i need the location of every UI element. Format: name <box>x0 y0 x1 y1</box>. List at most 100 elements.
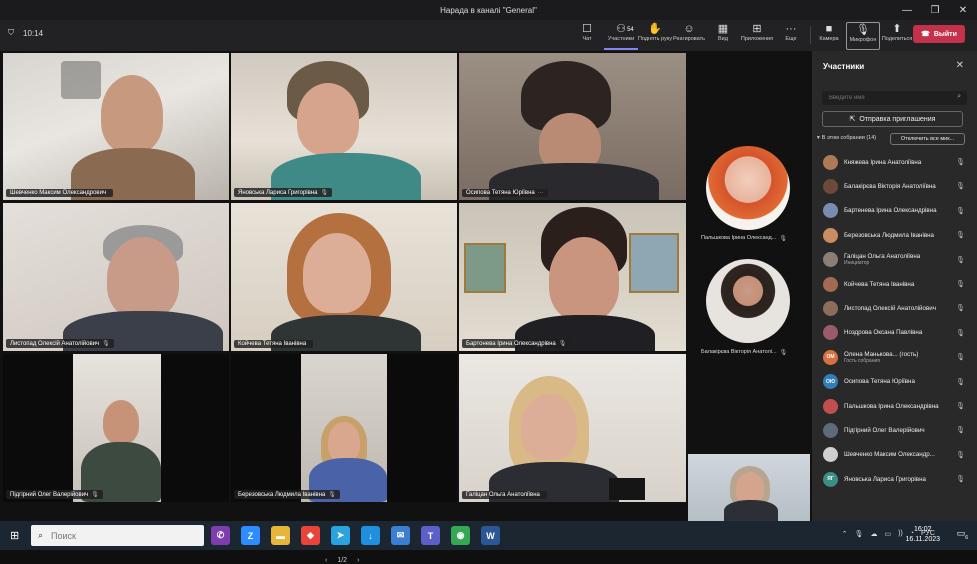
video-tile[interactable]: Підгірний Олег Валерійович 🎙 <box>3 354 229 502</box>
more-button[interactable]: ··· Еще <box>774 22 808 50</box>
self-view[interactable] <box>688 454 810 521</box>
microphone-muted-icon[interactable]: 🎙 <box>956 231 965 239</box>
window-title: Нарада в каналі "General" <box>440 5 537 15</box>
next-page-button[interactable]: › <box>357 557 359 564</box>
participant-name: Олена Манькова... (гость) Гость собрания <box>844 350 919 364</box>
share-button[interactable]: ⬆ Поделиться <box>880 22 914 50</box>
anydesk-icon[interactable]: ◆ <box>301 526 320 545</box>
video-tile[interactable]: Шевченко Максим Олександрович <box>3 53 229 200</box>
more-icon: ··· <box>537 190 544 196</box>
participants-button[interactable]: ⚇ 54 Участники <box>604 22 638 50</box>
battery-icon[interactable]: ▭ <box>884 530 891 538</box>
close-icon[interactable]: ✕ <box>956 60 964 71</box>
participant-list-item[interactable]: ОМ Олена Манькова... (гость) Гость собрани… <box>812 345 977 369</box>
microphone-muted-icon[interactable]: 🎙 <box>956 182 965 190</box>
viber-icon[interactable]: ✆ <box>211 526 230 545</box>
minimize-button[interactable]: — <box>893 0 921 20</box>
leave-button[interactable]: ☎ Выйти <box>913 25 965 43</box>
windows-start-icon[interactable]: ⊞ <box>10 529 19 542</box>
participant-avatar[interactable] <box>706 146 790 230</box>
participant-body <box>724 500 778 521</box>
in-meeting-section[interactable]: ▾ В этом собрании (14) <box>817 135 876 141</box>
telegram-icon[interactable]: ➤ <box>331 526 350 545</box>
participant-list-item[interactable]: Балакірєва Вікторія Анатоліївна 🎙 <box>812 174 977 198</box>
tile-nameplate: Шевченко Максим Олександрович <box>6 189 114 197</box>
taskbar-clock[interactable]: 16:02 16.11.2023 <box>905 525 940 545</box>
cloud-icon[interactable]: ☁ <box>870 530 877 538</box>
avatar <box>823 447 838 463</box>
react-button[interactable]: ☺ Реагировать <box>672 22 706 50</box>
participant-name: Койчева Тетяна Іванівна <box>844 280 915 288</box>
microphone-muted-icon[interactable]: 🎙 <box>956 158 965 166</box>
video-stage: Шевченко Максим Олександрович Яновська Л… <box>0 51 812 564</box>
restore-button[interactable]: ❐ <box>921 0 949 20</box>
avatar <box>823 154 838 170</box>
mail-icon[interactable]: ✉ <box>391 526 410 545</box>
view-button[interactable]: ▦ Вид <box>706 22 740 50</box>
microphone-muted-icon[interactable]: 🎙 <box>956 329 965 337</box>
microphone-icon: 🎙 <box>102 341 110 347</box>
folder-icon[interactable]: ▬ <box>271 526 290 545</box>
more-icon: ··· <box>785 23 797 35</box>
participant-list-item[interactable]: Шевченко Максим Олександр... 🎙 <box>812 443 977 467</box>
microphone-button[interactable]: 🎙 Микрофон <box>846 22 880 50</box>
participant-name: Галіцан Ольга Анатоліївна Инициатор <box>844 253 921 267</box>
mute-all-button[interactable]: Отключить все мик... <box>890 133 965 145</box>
microphone-muted-icon[interactable]: 🎙 <box>956 256 965 264</box>
participant-list-item[interactable]: ОЮ Осипова Тетяна Юріївна 🎙 <box>812 370 977 394</box>
microphone-icon[interactable]: 🎙 <box>855 530 864 538</box>
participant-list-item[interactable]: Бартенева Ірина Олександрівна 🎙 <box>812 199 977 223</box>
participant-list-item[interactable]: Ноздрова Оксана Павлівна 🎙 <box>812 321 977 345</box>
clock-time: 16:02 <box>913 526 932 533</box>
chevron-up-icon[interactable]: ⌃ <box>842 530 848 538</box>
participant-list-item[interactable]: Листопад Олексій Анатолійович 🎙 <box>812 296 977 320</box>
microphone-muted-icon[interactable]: 🎙 <box>956 402 965 410</box>
participant-list-item[interactable]: Пальшкова Ірина Олександрівна 🎙 <box>812 394 977 418</box>
participant-name: Княжева Ірина Анатоліївна <box>844 158 922 166</box>
microphone-muted-icon[interactable]: 🎙 <box>956 353 965 361</box>
microphone-muted-icon[interactable]: 🎙 <box>956 426 965 434</box>
apps-button[interactable]: ⊞ Приложения <box>740 22 774 50</box>
camera-button[interactable]: ■ Камера <box>812 22 846 50</box>
participant-list-item[interactable]: Галіцан Ольга Анатоліївна Инициатор 🎙 <box>812 248 977 272</box>
video-tile[interactable]: Бартонева Ірина Олександрівна 🎙 <box>459 203 686 351</box>
device-controls: ■ Камера 🎙 Микрофон ⬆ Поделиться <box>812 22 914 50</box>
close-window-button[interactable]: ✕ <box>949 0 977 20</box>
participant-list-item[interactable]: Березовська Людмила Іванівна 🎙 <box>812 223 977 247</box>
participant-name: Бартенева Ірина Олександрівна <box>844 207 937 215</box>
raise-hand-button[interactable]: ✋ Поднять руку <box>638 22 672 50</box>
microphone-muted-icon[interactable]: 🎙 <box>956 304 965 312</box>
video-tile[interactable]: Листопад Олексій Анатолійович 🎙 <box>3 203 229 351</box>
word-icon[interactable]: W <box>481 526 500 545</box>
avatar <box>823 203 838 219</box>
chrome-icon[interactable]: ◉ <box>451 526 470 545</box>
microphone-muted-icon[interactable]: 🎙 <box>956 280 965 288</box>
previous-page-button[interactable]: ‹ <box>325 557 327 564</box>
teams-icon[interactable]: T <box>421 526 440 545</box>
microphone-muted-icon[interactable]: 🎙 <box>956 475 965 483</box>
participant-list-item[interactable]: Койчева Тетяна Іванівна 🎙 <box>812 272 977 296</box>
shield-icon: ⛉ <box>8 28 14 37</box>
participant-list-item[interactable]: ЯГ Яновська Лариса Григорівна 🎙 <box>812 467 977 491</box>
avatar <box>823 422 838 438</box>
microphone-muted-icon[interactable]: 🎙 <box>956 207 965 215</box>
taskbar-search-input[interactable] <box>31 525 204 546</box>
zoom-icon[interactable]: Z <box>241 526 260 545</box>
participant-search-input[interactable] <box>822 91 967 105</box>
participant-avatar[interactable] <box>706 259 790 343</box>
send-invite-button[interactable]: ⇱ Отправка приглашения <box>822 111 963 127</box>
video-tile[interactable]: Березовська Людмила Іванівна 🎙 <box>231 354 457 502</box>
video-tile[interactable]: Осипова Тетяна Юріївна ··· <box>459 53 686 200</box>
video-tile[interactable]: Галіцан Ольга Анатоліївна <box>459 354 686 502</box>
video-tile[interactable]: Яновська Лариса Григорівна 🎙 <box>231 53 457 200</box>
microphone-muted-icon[interactable]: 🎙 <box>956 378 965 386</box>
chat-button[interactable]: ☐ Чат <box>570 22 604 50</box>
participant-list-item[interactable]: Підгірний Олег Валерійович 🎙 <box>812 418 977 442</box>
notification-icon[interactable]: ▭6 <box>957 528 968 541</box>
participant-list-item[interactable]: Княжева Ірина Анатоліївна 🎙 <box>812 150 977 174</box>
participant-face <box>297 83 359 155</box>
microphone-muted-icon[interactable]: 🎙 <box>956 451 965 459</box>
download-icon[interactable]: ↓ <box>361 526 380 545</box>
wifi-icon[interactable]: )) <box>898 530 903 538</box>
video-tile[interactable]: Койчева Тетяна Іванівна <box>231 203 457 351</box>
